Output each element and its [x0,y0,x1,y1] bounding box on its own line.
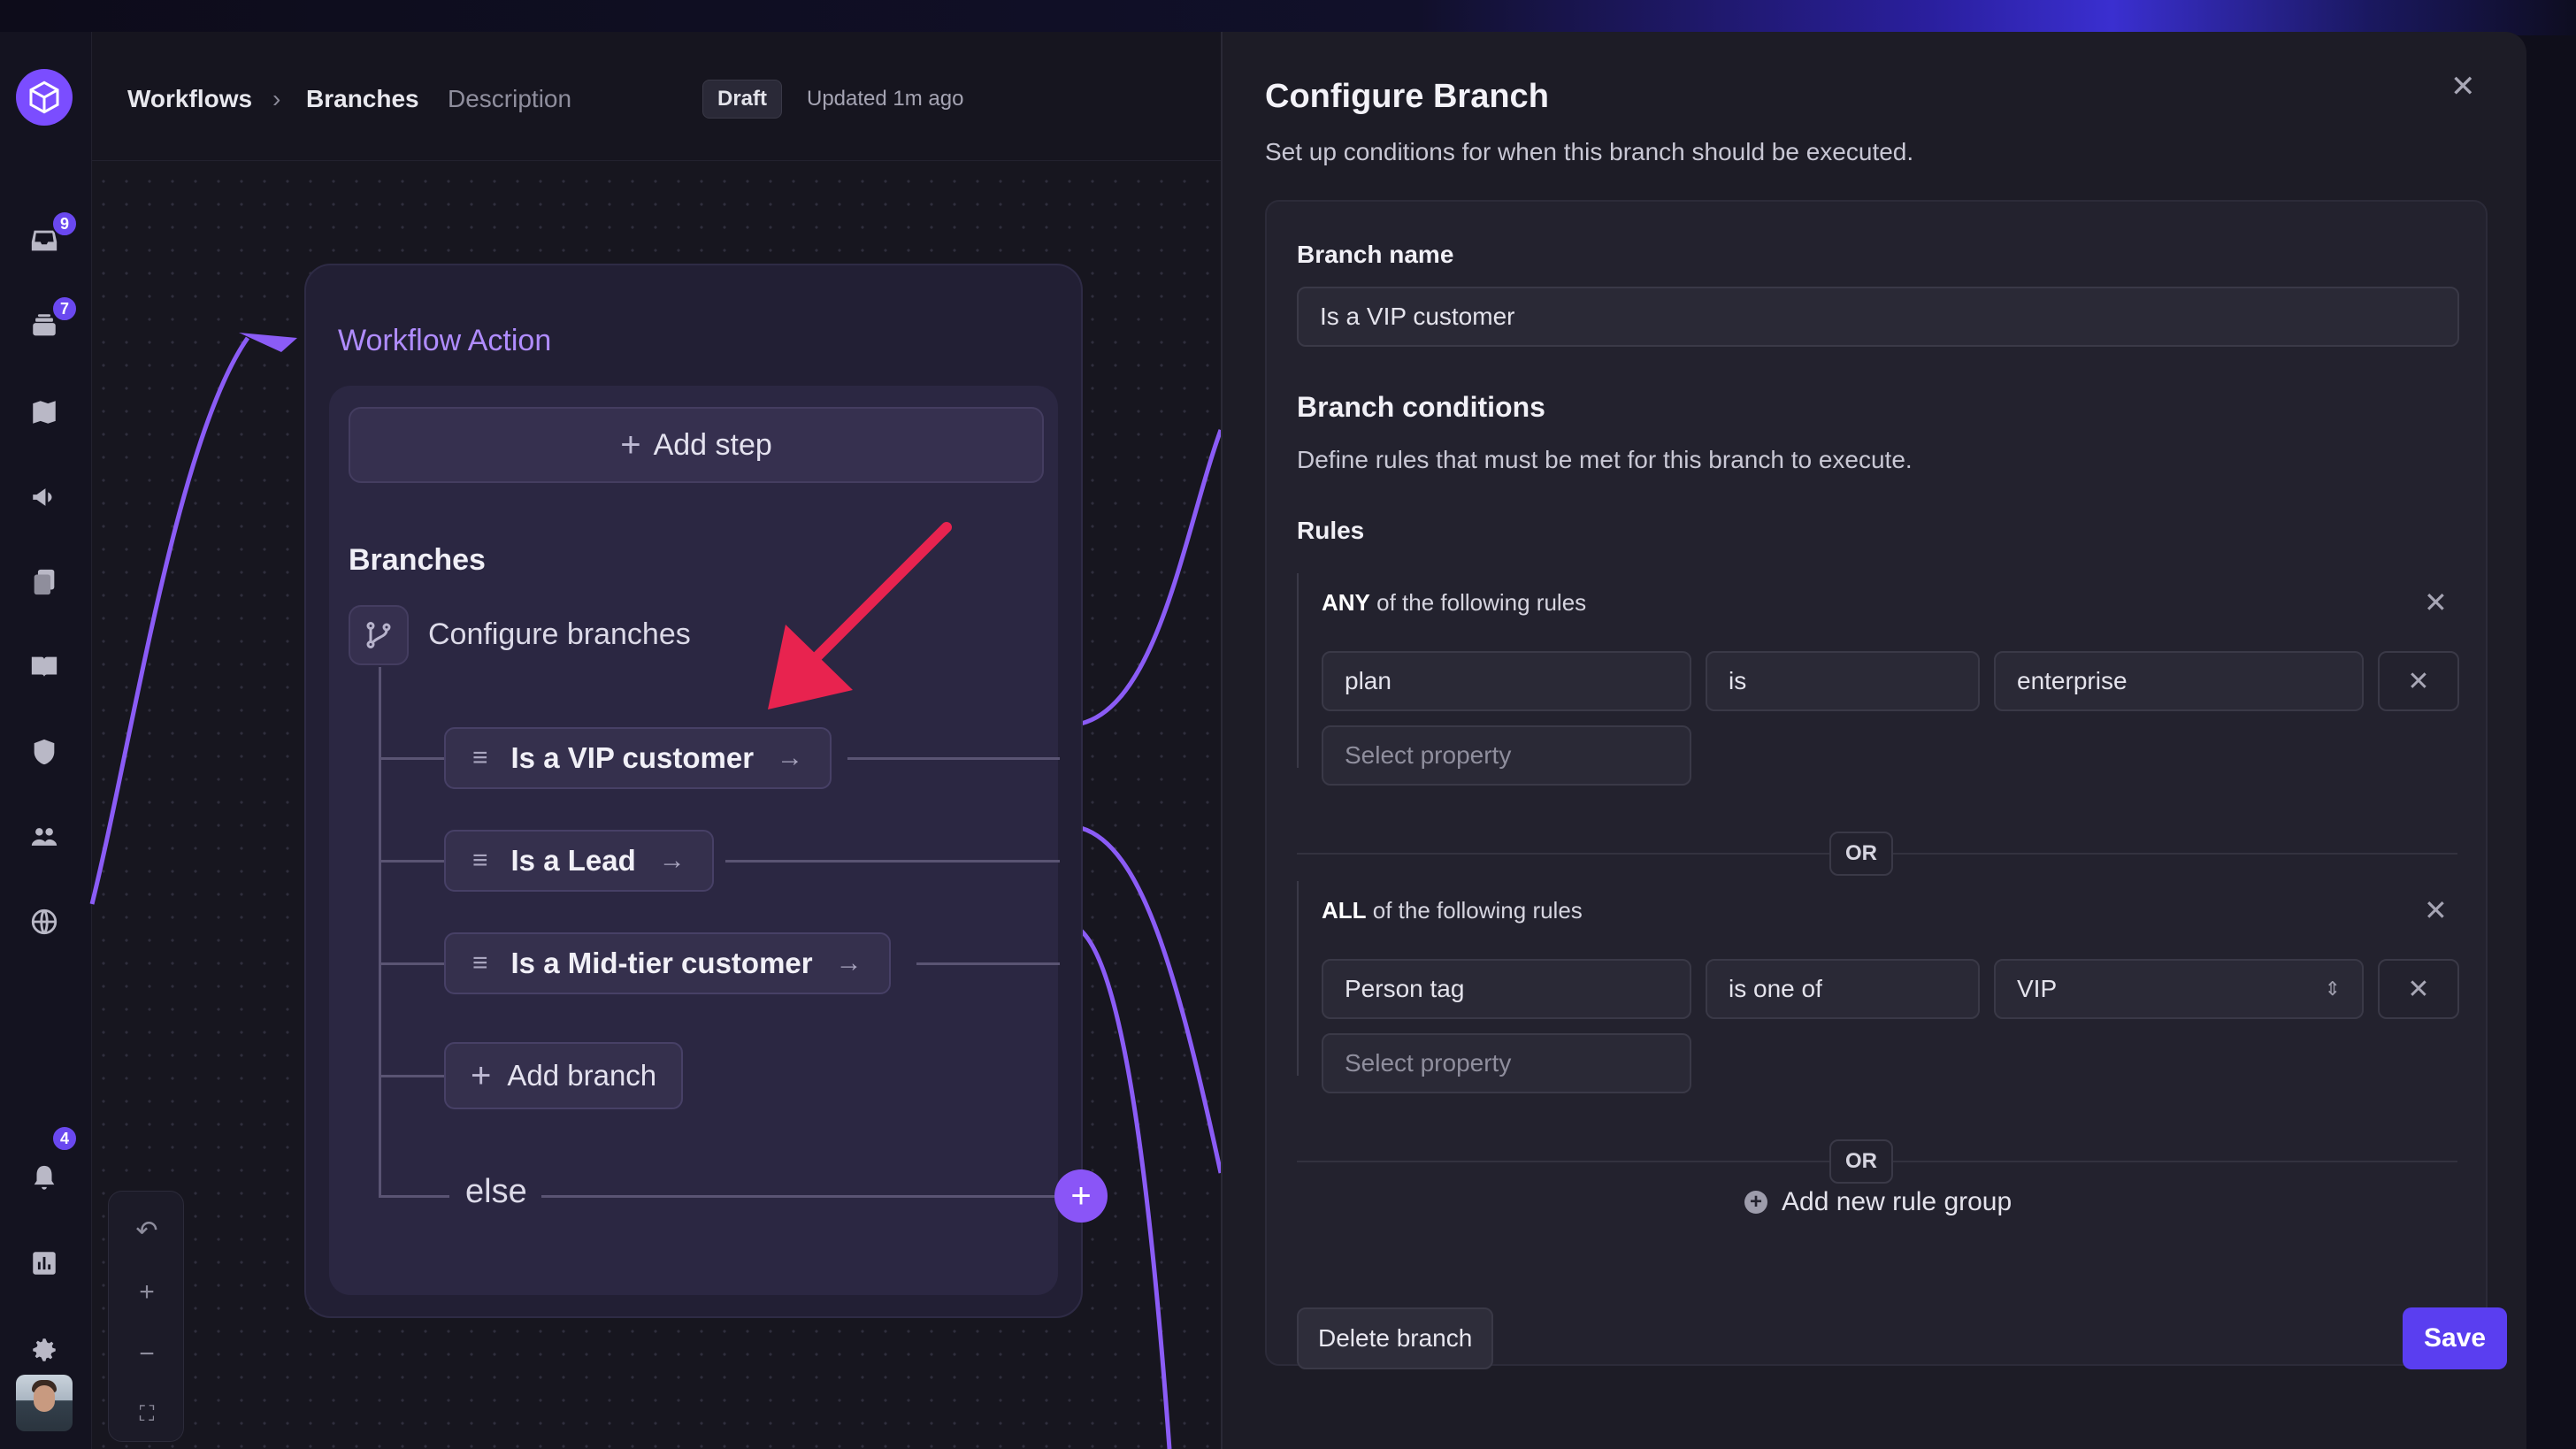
or-badge: OR [1829,1139,1893,1184]
branch-conditions-title: Branch conditions [1297,391,1545,423]
breadcrumb-workflows[interactable]: Workflows [127,85,252,113]
app-window: 9 7 4 Workflows › Branches Description D… [0,32,2526,1449]
add-node-button[interactable]: + [1054,1169,1108,1223]
workflow-action-title: Workflow Action [338,324,552,357]
branch-connector [379,757,446,760]
branch-output-line [916,962,1060,965]
rule-group-any: ANY of the following rules ✕ plan is ent… [1297,573,2459,786]
plus-icon: + [471,1055,492,1095]
delete-rule-button[interactable]: ✕ [2378,651,2459,711]
selected-value: VIP [2017,975,2058,1002]
annotation-arrow-icon [768,522,952,709]
breadcrumb-separator: › [272,85,281,112]
delete-rule-button[interactable]: ✕ [2378,959,2459,1019]
branch-form: Branch name Is a VIP customer Branch con… [1265,200,2508,1369]
breadcrumb-branches[interactable]: Branches [306,85,419,113]
delete-branch-button[interactable]: Delete branch [1297,1307,1494,1369]
save-button[interactable]: Save [2403,1307,2508,1369]
rule-property-field[interactable]: plan [1322,651,1691,711]
add-branch-connector [379,1075,446,1077]
branch-name-field[interactable]: Is a VIP customer [1297,287,2459,347]
branch-tree-line [379,667,381,1198]
arrow-right-icon: → [658,846,686,875]
panel-subtitle: Set up conditions for when this branch s… [1265,138,1914,165]
select-property-field[interactable]: Select property [1322,725,1691,786]
rule-value-field[interactable]: enterprise [1994,651,2364,711]
drag-handle-icon[interactable]: ≡ [472,846,488,876]
close-icon[interactable]: ✕ [2450,69,2476,104]
or-badge: OR [1829,832,1893,876]
branches-title: Branches [349,543,486,577]
branch-output-line [725,860,1060,862]
branch-label: Is a Mid-tier customer [510,947,813,979]
chevron-updown-icon: ⇕ [2324,978,2341,1000]
plus-circle-icon: + [1744,1190,1767,1214]
add-branch-label: Add branch [507,1059,657,1092]
else-output-line [541,1195,1060,1198]
undo-icon[interactable]: ↶ [109,1204,185,1257]
plus-icon: + [620,425,641,464]
branch-pill-mid-tier[interactable]: ≡ Is a Mid-tier customer → [444,932,891,994]
arrow-right-icon: → [777,743,804,772]
add-step-label: Add step [653,427,772,462]
branch-connector [379,962,446,965]
rule-group-all: ALL of the following rules ✕ Person tag … [1297,881,2459,1093]
arrow-right-icon: → [835,948,862,978]
branch-pill-lead[interactable]: ≡ Is a Lead → [444,830,714,892]
close-icon[interactable]: ✕ [2424,586,2448,619]
else-connector [379,1195,449,1198]
zoom-in-icon[interactable]: + [109,1266,185,1319]
rule-group-title: ANY of the following rules [1322,589,1587,616]
workflow-action-card[interactable]: Workflow Action + Add step Branches Conf… [304,264,1083,1318]
rule-operator-field[interactable]: is [1706,651,1980,711]
branch-label: Is a VIP customer [510,741,755,774]
add-rule-group-label: Add new rule group [1782,1187,2012,1216]
else-label: else [465,1173,527,1210]
branch-name-label: Branch name [1297,241,1454,268]
select-property-field[interactable]: Select property [1322,1033,1691,1093]
branch-output-line [847,757,1060,760]
configure-branches-label[interactable]: Configure branches [428,617,691,652]
updated-timestamp: Updated 1m ago [807,87,964,111]
top-header: Workflows › Branches Description Draft U… [92,32,1221,161]
close-icon[interactable]: ✕ [2424,893,2448,927]
rule-property-field[interactable]: Person tag [1322,959,1691,1019]
rule-operator-field[interactable]: is one of [1706,959,1980,1019]
drag-handle-icon[interactable]: ≡ [472,948,488,978]
window-top-glow [0,0,2576,35]
zoom-out-icon[interactable]: − [109,1328,185,1381]
panel-title: Configure Branch [1265,78,1549,115]
branch-label: Is a Lead [510,844,636,877]
fit-view-icon[interactable]: ⛶ [109,1388,185,1441]
add-rule-group-button[interactable]: + Add new rule group [1744,1187,2012,1217]
drag-handle-icon[interactable]: ≡ [472,743,488,773]
git-branch-icon[interactable] [349,605,409,665]
branch-conditions-description: Define rules that must be met for this b… [1297,446,1913,473]
add-step-button[interactable]: + Add step [349,407,1044,483]
rule-value-select[interactable]: VIP ⇕ [1994,959,2364,1019]
branch-pill-vip[interactable]: ≡ Is a VIP customer → [444,727,832,789]
tab-description[interactable]: Description [448,85,571,113]
rule-group-title: ALL of the following rules [1322,897,1583,924]
status-badge: Draft [702,80,783,119]
branch-connector [379,860,446,862]
add-branch-button[interactable]: + Add branch [444,1042,684,1109]
rules-label: Rules [1297,517,1365,544]
zoom-controls: ↶ + − ⛶ [108,1191,184,1442]
configure-branch-panel: Configure Branch Set up conditions for w… [1221,32,2526,1449]
